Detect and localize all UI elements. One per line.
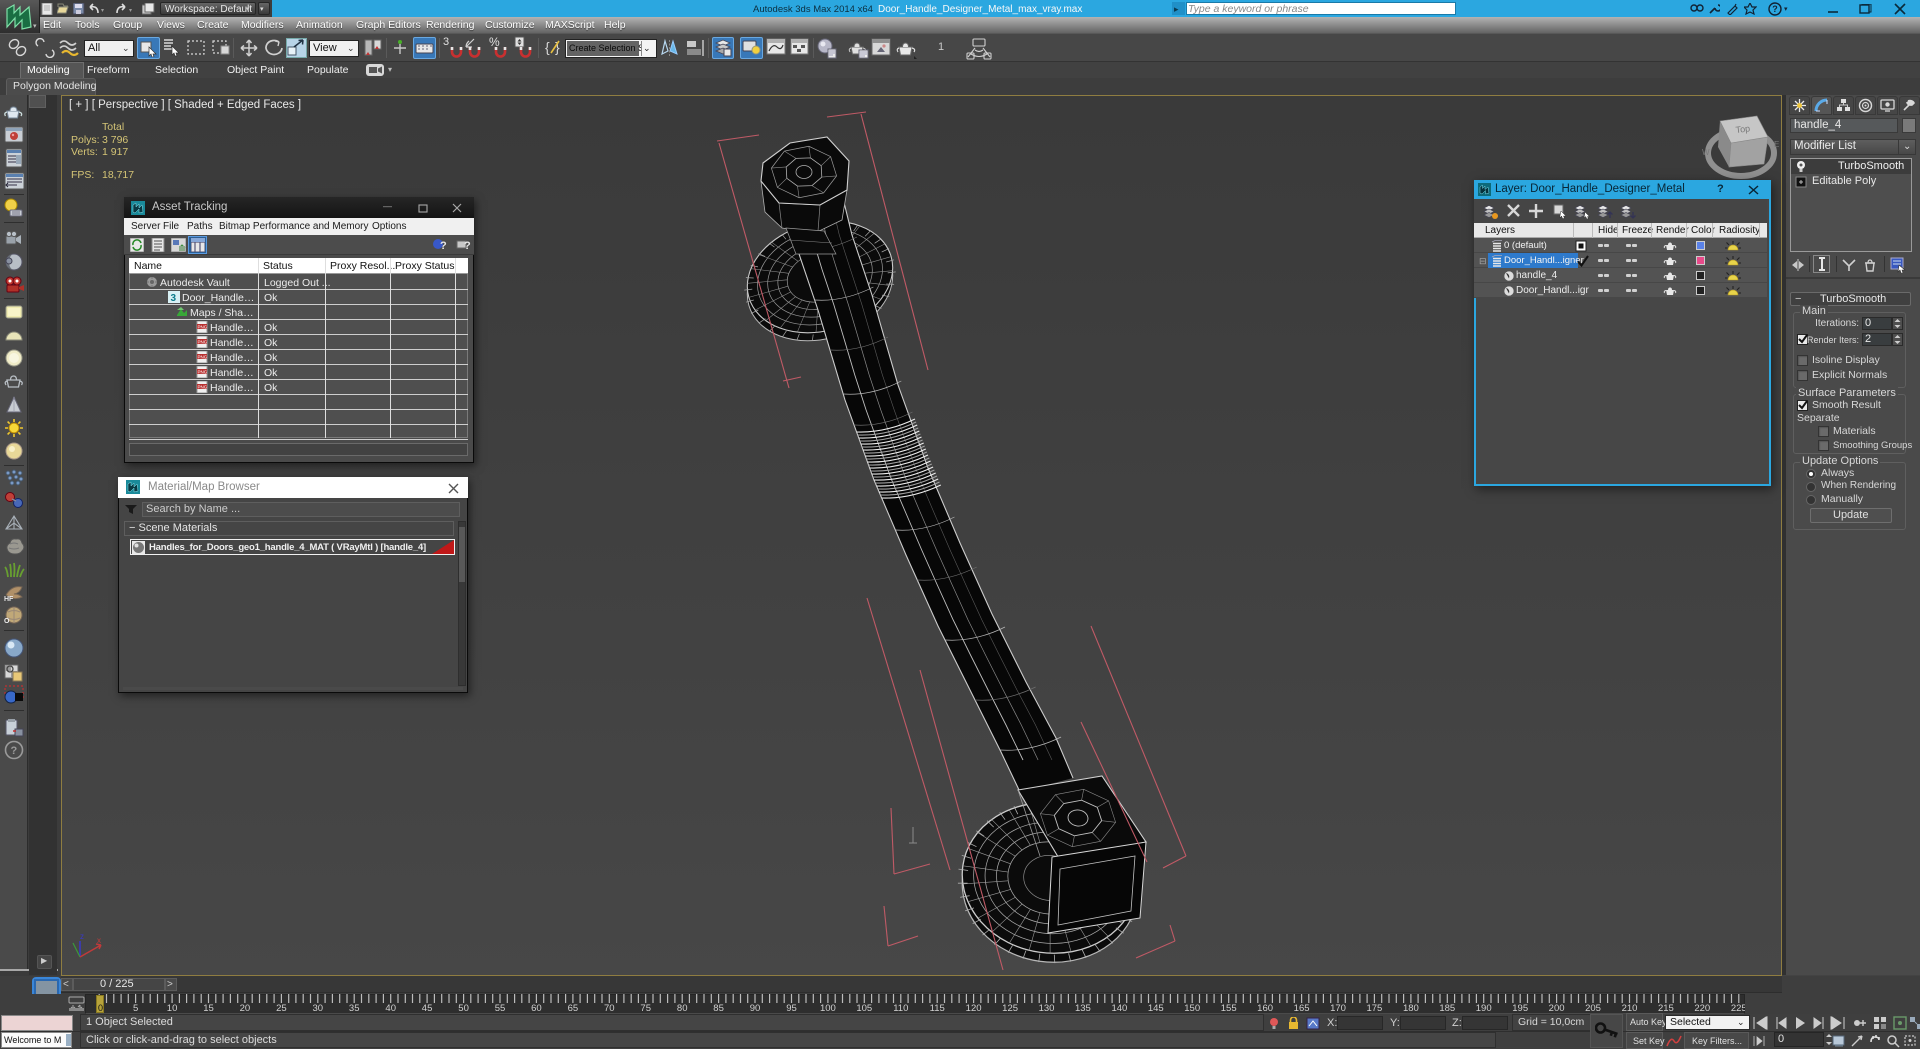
svg-text:?: ?	[1772, 4, 1778, 14]
svg-text:105: 105	[856, 1003, 872, 1014]
svg-text:155: 155	[1221, 1003, 1237, 1014]
svg-text:90: 90	[750, 1003, 761, 1014]
svg-text:150: 150	[1184, 1003, 1200, 1014]
svg-text:?: ?	[440, 240, 447, 252]
svg-text:Top: Top	[1735, 123, 1751, 135]
svg-text:120: 120	[966, 1003, 982, 1014]
svg-text:80: 80	[677, 1003, 688, 1014]
svg-text:5: 5	[133, 1003, 138, 1014]
svg-text:115: 115	[930, 1003, 945, 1014]
svg-text:10: 10	[167, 1003, 178, 1014]
svg-text:205: 205	[1585, 1003, 1601, 1014]
svg-text:75: 75	[640, 1003, 651, 1014]
svg-text:z: z	[80, 932, 84, 941]
svg-text:HF: HF	[4, 596, 14, 603]
svg-text:165: 165	[1294, 1003, 1310, 1014]
svg-text:200: 200	[1549, 1003, 1565, 1014]
svg-text:40: 40	[385, 1003, 396, 1014]
svg-text:30: 30	[313, 1003, 324, 1014]
svg-text:x: x	[97, 936, 101, 945]
svg-text:E: E	[1774, 140, 1779, 149]
svg-text:{: {	[545, 39, 550, 55]
svg-text:125: 125	[1002, 1003, 1018, 1014]
svg-text:130: 130	[1039, 1003, 1055, 1014]
svg-text:85: 85	[713, 1003, 724, 1014]
svg-text:45: 45	[422, 1003, 433, 1014]
svg-text:100: 100	[820, 1003, 836, 1014]
svg-text:195: 195	[1512, 1003, 1528, 1014]
svg-text:135: 135	[1075, 1003, 1091, 1014]
svg-text:?: ?	[11, 745, 18, 757]
svg-text:3: 3	[171, 293, 177, 303]
svg-text:190: 190	[1476, 1003, 1492, 1014]
svg-text:PNG: PNG	[198, 325, 208, 330]
svg-text:35: 35	[349, 1003, 360, 1014]
svg-text:175: 175	[1366, 1003, 1382, 1014]
svg-text:PNG: PNG	[198, 355, 208, 360]
svg-text:PNG: PNG	[198, 385, 208, 390]
svg-text:160: 160	[1257, 1003, 1273, 1014]
svg-text:180: 180	[1403, 1003, 1419, 1014]
svg-text:95: 95	[786, 1003, 797, 1014]
svg-text:110: 110	[893, 1003, 908, 1014]
svg-text:65: 65	[568, 1003, 579, 1014]
svg-text:220: 220	[1694, 1003, 1710, 1014]
svg-text:185: 185	[1439, 1003, 1455, 1014]
svg-text:25: 25	[276, 1003, 287, 1014]
svg-text:55: 55	[495, 1003, 506, 1014]
svg-text:60: 60	[531, 1003, 542, 1014]
svg-text:15: 15	[203, 1003, 214, 1014]
svg-text:O: O	[4, 618, 10, 625]
svg-text:50: 50	[458, 1003, 469, 1014]
svg-text:140: 140	[1111, 1003, 1127, 1014]
svg-text:20: 20	[240, 1003, 251, 1014]
svg-text:?: ?	[464, 240, 471, 252]
svg-text:170: 170	[1330, 1003, 1346, 1014]
svg-text:PNG: PNG	[198, 340, 208, 345]
svg-text:225: 225	[1731, 1003, 1745, 1014]
svg-text:70: 70	[604, 1003, 615, 1014]
svg-text:145: 145	[1148, 1003, 1164, 1014]
svg-text:PNG: PNG	[198, 370, 208, 375]
svg-text:W: W	[1702, 148, 1710, 157]
